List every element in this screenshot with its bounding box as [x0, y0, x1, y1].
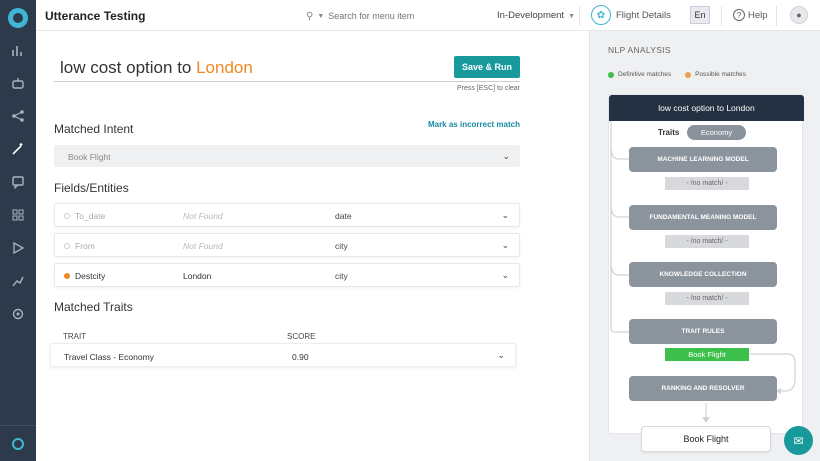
score-column-header: SCORE	[287, 332, 316, 341]
chevron-down-icon[interactable]: ⌄	[501, 210, 509, 221]
intent-value: Book Flight	[68, 152, 111, 162]
settings-gear-icon[interactable]	[10, 306, 26, 322]
sidebar	[0, 0, 36, 461]
no-match: - /no match/ -	[665, 292, 749, 305]
bot-selector[interactable]: ✿ Flight Details	[591, 5, 671, 25]
legend-possible: Possible matches	[695, 71, 747, 78]
no-match: - /no match/ -	[665, 235, 749, 248]
chevron-down-icon[interactable]: ⌄	[501, 240, 509, 251]
entities-title: Fields/Entities	[54, 181, 129, 195]
nlp-title: NLP ANALYSIS	[608, 45, 671, 55]
chevron-down-icon: ▼	[568, 13, 575, 20]
entity-name: To_date	[75, 211, 106, 221]
dashboard-icon[interactable]	[10, 43, 26, 59]
divider	[579, 6, 580, 26]
main-content: low cost option to London Save & Run Pre…	[36, 31, 589, 461]
status-dot	[64, 213, 70, 219]
stage-fm-model[interactable]: FUNDAMENTAL MEANING MODEL	[629, 205, 777, 230]
nlp-analysis-panel: NLP ANALYSIS Definitive matches Possible…	[589, 31, 820, 461]
analytics-icon[interactable]	[10, 273, 26, 289]
status-dot	[64, 243, 70, 249]
help-label: Help	[748, 9, 768, 21]
help-button[interactable]: ? Help	[733, 9, 768, 21]
stage-ranking-resolver[interactable]: RANKING AND RESOLVER	[629, 376, 777, 401]
matched-intent-title: Matched Intent	[54, 122, 134, 136]
trait-row[interactable]: Travel Class - Economy 0.90 ⌄	[50, 343, 516, 367]
status-dot	[64, 273, 70, 279]
no-match: - /no match/ -	[665, 177, 749, 190]
entity-highlight: London	[196, 58, 253, 77]
bot-icon: ✿	[591, 5, 611, 25]
entity-type: date	[335, 211, 352, 221]
help-icon: ?	[733, 9, 745, 21]
intent-select[interactable]: Book Flight ⌄	[54, 145, 520, 167]
nlp-utterance: low cost option to London	[609, 95, 804, 121]
traits-label: Traits	[658, 128, 680, 137]
stage-trait-rules[interactable]: TRAIT RULES	[629, 319, 777, 344]
menu-search[interactable]: ⚲ ▼	[306, 8, 486, 24]
mark-incorrect-link[interactable]: Mark as incorrect match	[406, 120, 520, 129]
entity-row[interactable]: Destcity London city ⌄	[54, 263, 520, 287]
chat-widget-icon[interactable]: ✉	[784, 426, 813, 455]
magic-wand-icon[interactable]	[10, 141, 26, 157]
divider	[721, 6, 722, 26]
save-run-button[interactable]: Save & Run	[454, 56, 520, 78]
definitive-dot	[608, 71, 614, 78]
trait-column-header: TRAIT	[63, 332, 87, 341]
trait-pill: Economy	[687, 125, 746, 140]
environment-label: In-Development	[497, 10, 565, 21]
legend: Definitive matches Possible matches	[608, 71, 746, 78]
entity-value: Not Found	[183, 241, 223, 251]
deploy-icon[interactable]	[10, 240, 26, 256]
chevron-down-icon[interactable]: ▼	[317, 13, 324, 20]
nlp-flow: low cost option to London Traits Economy…	[608, 94, 804, 452]
bot-name: Flight Details	[616, 9, 671, 21]
language-button[interactable]: En	[690, 6, 710, 24]
entity-value: London	[183, 271, 212, 281]
legend-definitive: Definitive matches	[618, 71, 672, 78]
app-logo-icon[interactable]	[8, 8, 28, 28]
bot-icon[interactable]	[10, 75, 26, 91]
stage-knowledge-collection[interactable]: KNOWLEDGE COLLECTION	[629, 262, 777, 287]
utterance-text: low cost option to London	[60, 58, 253, 77]
traits-title: Matched Traits	[54, 300, 133, 314]
entity-type: city	[335, 241, 348, 251]
entity-row[interactable]: From Not Found city ⌄	[54, 233, 520, 257]
entity-row[interactable]: To_date Not Found date ⌄	[54, 203, 520, 227]
environment-dropdown[interactable]: In-Development ▼	[497, 10, 575, 21]
chevron-down-icon: ⌄	[502, 151, 510, 161]
entity-value: Not Found	[183, 211, 223, 221]
possible-dot	[685, 71, 692, 78]
status-icon[interactable]	[0, 425, 36, 461]
esc-hint: Press [ESC] to clear	[456, 85, 520, 92]
divider	[776, 6, 777, 26]
share-icon[interactable]	[10, 108, 26, 124]
trait-match-result: Book Flight	[665, 348, 749, 361]
utterance-input[interactable]: low cost option to London	[54, 56, 520, 82]
trait-name: Travel Class - Economy	[64, 352, 154, 362]
search-input[interactable]	[328, 11, 479, 21]
chevron-down-icon[interactable]: ⌄	[501, 270, 509, 281]
entity-type: city	[335, 271, 348, 281]
trait-score: 0.90	[292, 352, 309, 362]
top-header: Utterance Testing ⚲ ▼ In-Development▼ ✿ …	[36, 0, 820, 31]
user-avatar-icon[interactable]: ●	[790, 6, 808, 24]
grid-icon[interactable]	[10, 207, 26, 223]
chevron-down-icon[interactable]: ⌄	[497, 350, 505, 361]
final-intent-result[interactable]: Book Flight	[641, 426, 771, 452]
page-title: Utterance Testing	[45, 9, 146, 23]
stage-ml-model[interactable]: MACHINE LEARNING MODEL	[629, 147, 777, 172]
entity-name: From	[75, 241, 95, 251]
search-icon: ⚲	[306, 10, 314, 22]
chat-icon[interactable]	[10, 174, 26, 190]
entity-name: Destcity	[75, 271, 106, 281]
